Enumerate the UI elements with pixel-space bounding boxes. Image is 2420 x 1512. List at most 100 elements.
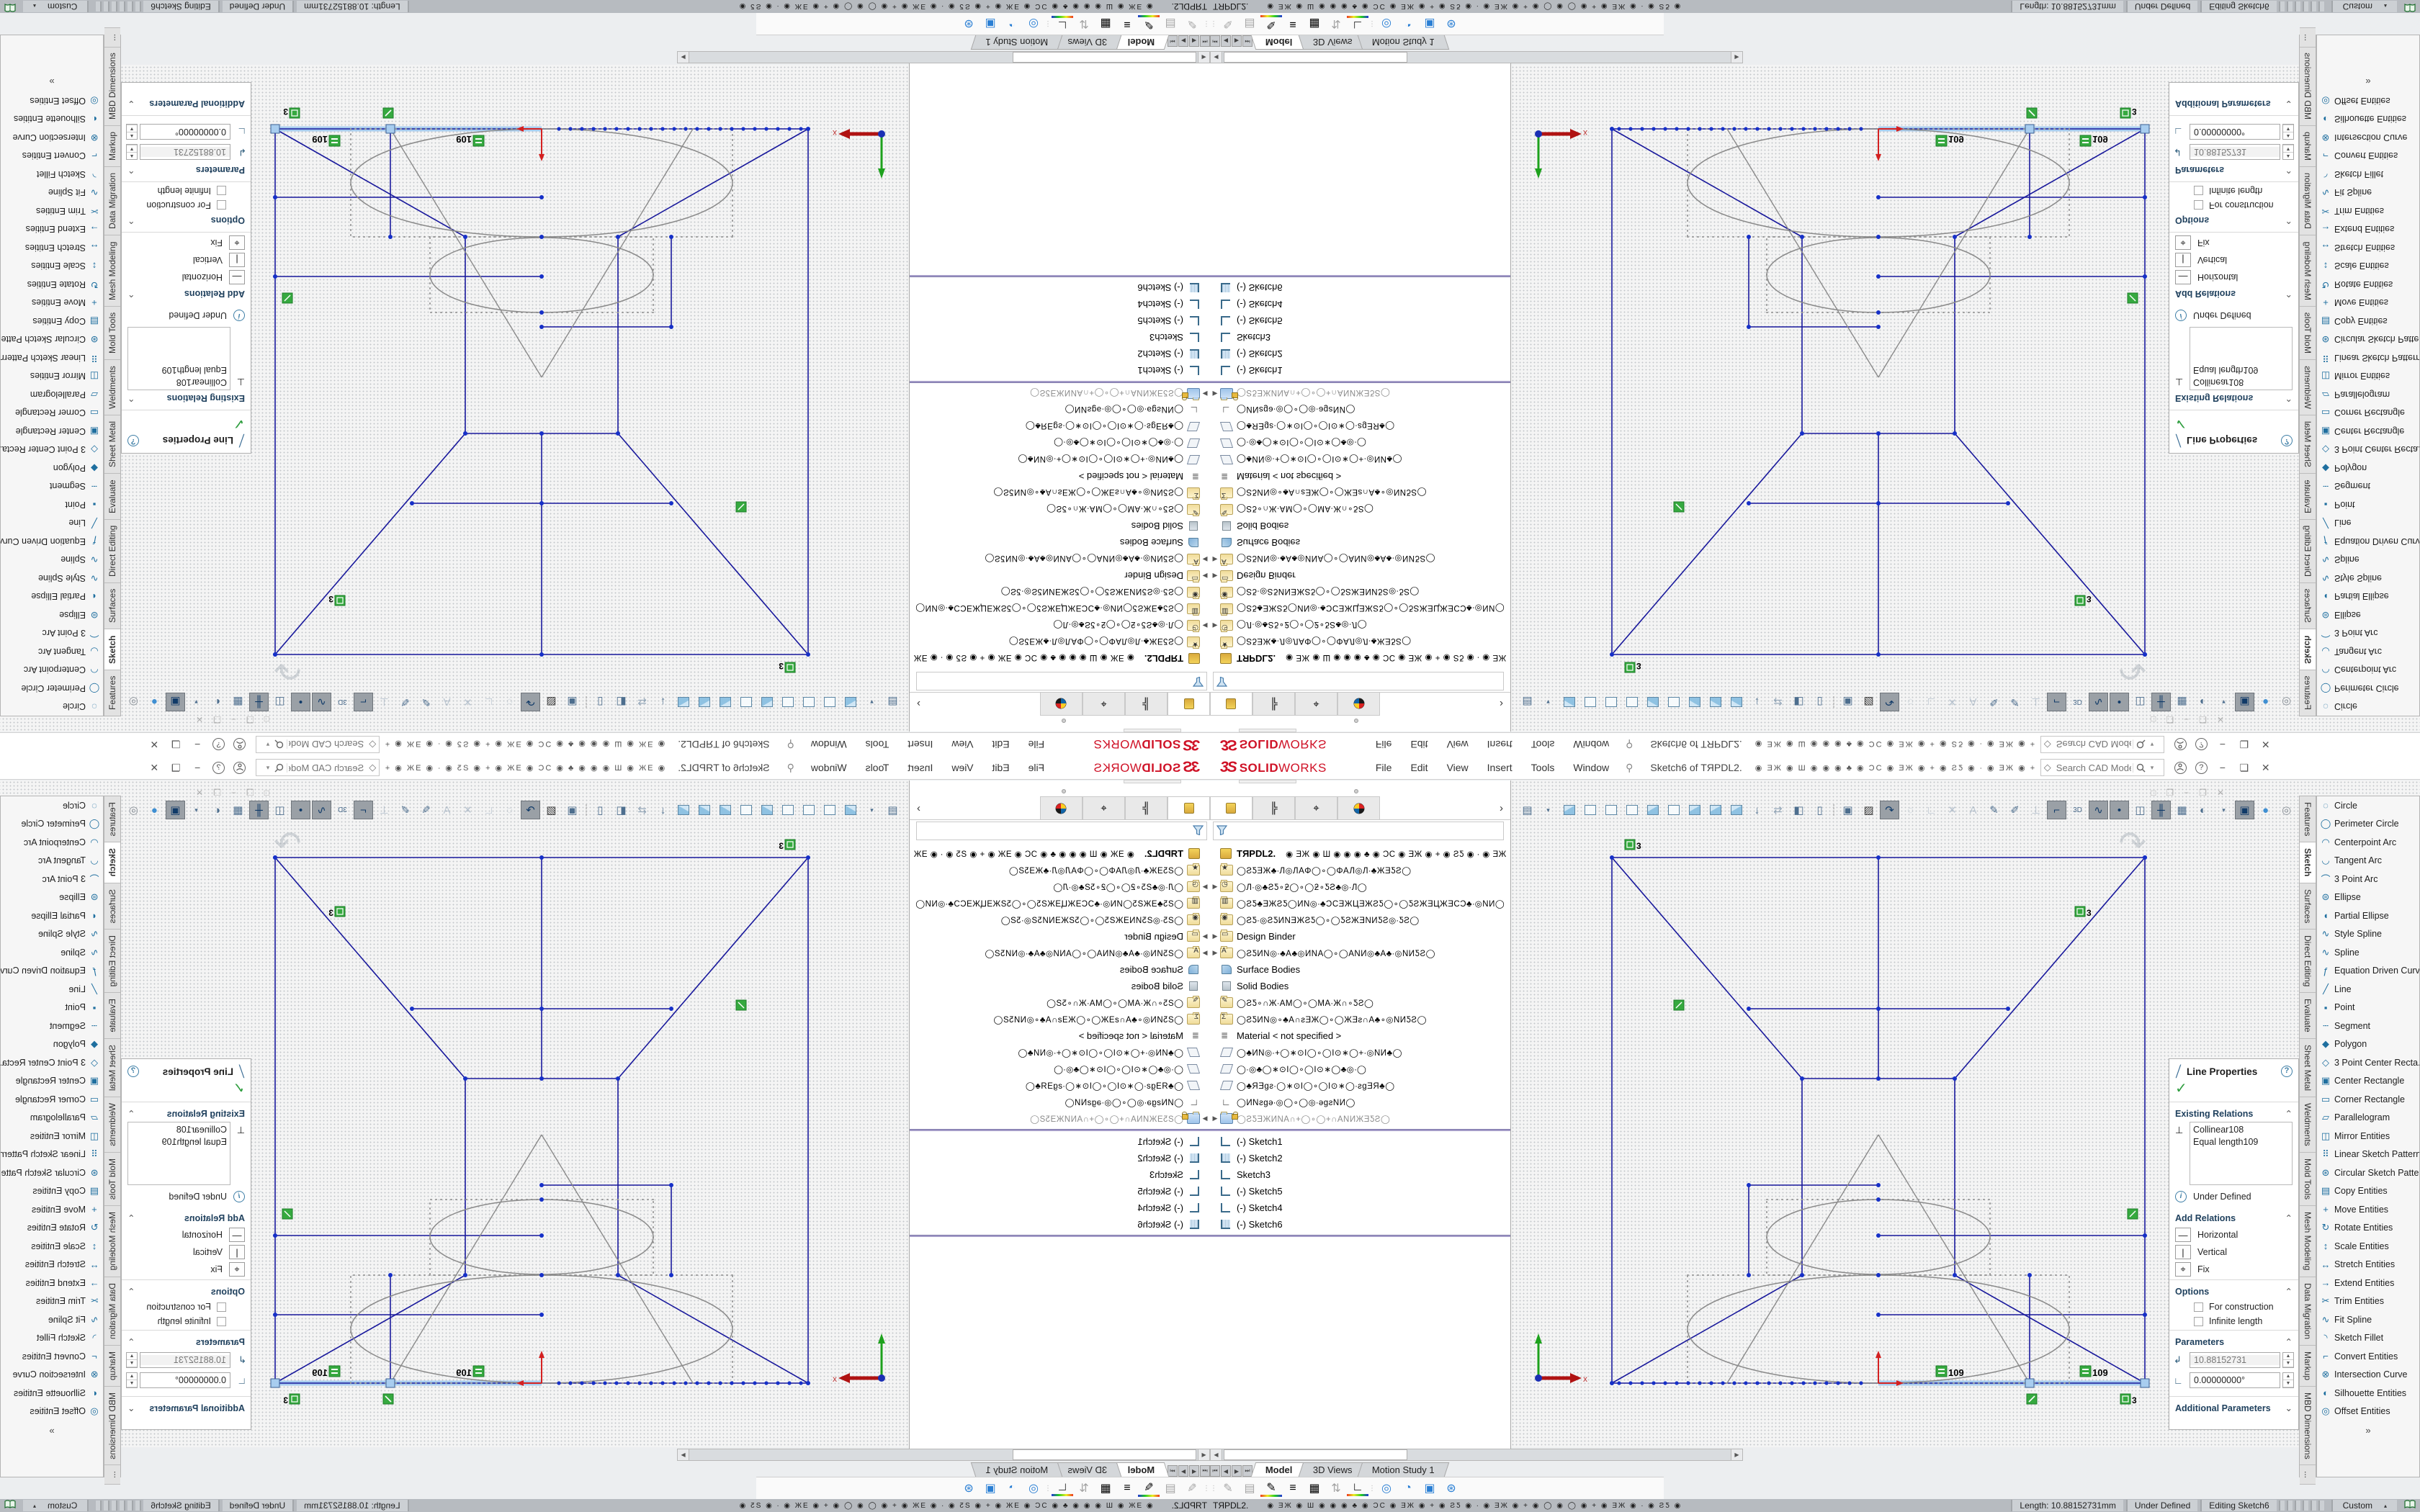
sketch-tool-mirror-entities[interactable]: ◫Mirror Entities <box>1 367 103 386</box>
tab-feature-tree[interactable] <box>1210 796 1252 819</box>
bottom-toolbar-icon-11[interactable]: ⊛ <box>1440 1481 1462 1495</box>
bottom-toolbar-icon-2[interactable]: ✎ <box>1260 16 1282 32</box>
bottom-toolbar-icon-8[interactable]: ◎ <box>1376 1481 1397 1495</box>
bottom-toolbar-icon-10[interactable]: ▣ <box>980 17 1001 31</box>
tab-nav-button-0[interactable]: ⏮ <box>1210 1465 1220 1477</box>
tree-item-garbled-3[interactable]: ◉◯ƧƼ∙◎ƧƼИNƎЖƧƼ◯∘◯ƼƧЖƎNИƼƧ◎∙ƼƧ◯ <box>1210 584 1510 600</box>
bottom-toolbar-icon-5[interactable]: ⇅ <box>1073 1481 1095 1495</box>
tree-item--sketch6[interactable]: (-) Sketch6 <box>1210 279 1510 296</box>
add-relation-vertical[interactable]: |Vertical <box>122 251 251 269</box>
toolbar-icon-30[interactable]: ◫ <box>270 801 290 819</box>
sketch-tool-extend-entities[interactable]: →Extend Entities <box>2317 1274 2419 1292</box>
ok-button[interactable]: ✓ <box>122 412 251 433</box>
add-relation-fix[interactable]: ⌖Fix <box>2169 1261 2298 1278</box>
option-for-construction[interactable]: For construction <box>122 1300 251 1314</box>
additional-parameters-header[interactable]: Additional Parameters⌄ <box>2169 1398 2298 1416</box>
toolbar-icon-16[interactable]: ▣ <box>1838 801 1857 819</box>
checkbox[interactable] <box>217 1317 226 1326</box>
toolbar-icon-11[interactable]: ↓ <box>653 693 673 711</box>
command-tab--[interactable]: ... <box>2300 1465 2316 1485</box>
toolbar-icon-0[interactable]: ▤ <box>883 801 902 819</box>
rollback-bar[interactable] <box>1210 275 1510 277</box>
toolbar-icon-23[interactable]: ✎ <box>1984 801 2004 819</box>
menu-window[interactable]: Window <box>1564 759 1618 776</box>
sketch-tool-circular-sketch-pattern[interactable]: ⊛Circular Sketch Pattern <box>2317 1164 2419 1182</box>
toolbar-icon-32[interactable]: ▦ <box>2172 693 2192 711</box>
toolbar-icon-20[interactable]: ∟ <box>1922 693 1941 711</box>
pin-icon[interactable]: ⚲ <box>787 739 794 751</box>
toolbar-icon-3[interactable] <box>1580 693 1600 711</box>
sketch-tool-trim-entities[interactable]: ✂Trim Entities <box>1 1292 103 1311</box>
scroll-left-arrow[interactable]: ◀ <box>1198 1449 1209 1460</box>
sketch-tool-stretch-entities[interactable]: ↔Stretch Entities <box>1 238 103 257</box>
search-input[interactable] <box>287 739 365 751</box>
help-book-icon[interactable] <box>4 1500 16 1511</box>
command-tab-data-migration[interactable]: Data Migration <box>104 166 120 235</box>
toolbar-icon-20[interactable]: ∟ <box>479 801 498 819</box>
tree-filter-box[interactable] <box>916 672 1207 690</box>
toolbar-icon-8[interactable] <box>1685 801 1704 819</box>
toolbar-icon-17[interactable]: ▨ <box>1859 693 1878 711</box>
command-tab-mesh-modeling[interactable]: Mesh Modeling <box>104 1206 120 1277</box>
tree-item-garbled-0[interactable]: ★◯ƧƼƎЖ♣∙Л◎ЛАΦ◯∘◯ΦАЛ◎Л∙♣ЖƎƼƧ◯ <box>1210 634 1510 650</box>
sketch-tool-fit-spline[interactable]: ∿Fit Spline <box>2317 184 2419 202</box>
sketch-tool-centerpoint-arc[interactable]: ◠Centerpoint Arc <box>1 833 103 852</box>
tree-item-garbled-13[interactable]: ◯♣ЯƎgƨ∙◯∗⊙Ι◯∘◯Ι⊙∗◯∙ƨgƎЯ♣◯ <box>1210 1077 1510 1094</box>
sketch-tool-rotate-entities[interactable]: ↻Rotate Entities <box>1 1219 103 1238</box>
option-infinite-length[interactable]: Infinite length <box>2169 184 2298 198</box>
toolbar-icon-14[interactable]: ▯ <box>591 693 610 711</box>
toolbar-icon-14[interactable]: ▯ <box>1810 801 1829 819</box>
rollback-bar[interactable] <box>910 275 1210 277</box>
menu-view[interactable]: View <box>942 759 982 776</box>
relations-listbox[interactable]: Collinear108Equal length109 <box>2190 327 2293 390</box>
options-header[interactable]: Options⌃ <box>122 212 251 230</box>
tree-item-garbled-5[interactable]: ▶A◯ƧƼИN◎∙♣A♣◎ИNА◯∘◯АNИ◎♣A♣∙◎NИƼƧ◯ <box>910 945 1210 961</box>
tree-item--sketch6[interactable]: (-) Sketch6 <box>910 1216 1210 1233</box>
sketch-tool-tangent-arc[interactable]: ◡Tangent Arc <box>2317 852 2419 870</box>
tree-item-sketch3[interactable]: Sketch3 <box>910 1166 1210 1183</box>
sketch-tool-ellipse[interactable]: ⊜Ellipse <box>1 606 103 624</box>
toolbar-icon-16[interactable]: ▣ <box>1838 693 1857 711</box>
sketch-tool-silhouette-entities[interactable]: ◐Silhouette Entities <box>2317 110 2419 129</box>
toolbar-icon-33[interactable]: ◐ <box>207 693 227 711</box>
tree-item-garbled-5[interactable]: ▶A◯ƧƼИN◎∙♣A♣◎ИNА◯∘◯АNИ◎♣A♣∙◎NИƼƧ◯ <box>910 551 1210 567</box>
add-relation-horizontal[interactable]: —Horizontal <box>122 1226 251 1243</box>
toolbar-icon-21[interactable]: ✕ <box>458 693 478 711</box>
options-header[interactable]: Options⌃ <box>2169 212 2298 230</box>
tree-item-garbled-11[interactable]: ◯♣ИN◎∙+◯∗⊙Ι◯∘◯Ι⊙∗◯+∙◎NИ♣◯ <box>910 451 1210 468</box>
panel-help-icon[interactable]: ? <box>127 435 139 446</box>
tab-configuration-manager[interactable]: ⌖ <box>1295 796 1337 819</box>
rollback-bar[interactable] <box>1210 1235 1510 1237</box>
command-tab-weldments[interactable]: Weldments <box>2300 1097 2316 1153</box>
tree-item-design-binder[interactable]: ▶▭Design Binder <box>910 928 1210 945</box>
restore-button[interactable]: ❏ <box>165 760 187 776</box>
tab-appearances[interactable] <box>1337 796 1380 819</box>
scroll-right-arrow[interactable]: ▶ <box>678 52 689 63</box>
tree-item-garbled-9[interactable]: Σ◯ƧƼИN◎∘♣А∩ƨƎЖ◯∘◯ЖƎƨ∩А♣∘◎NИƼƧ◯ <box>1210 485 1510 501</box>
sketch-tool-trim-entities[interactable]: ✂Trim Entities <box>2317 202 2419 220</box>
tree-item-garbled-13[interactable]: ◯♣ЯƎgƨ∙◯∗⊙Ι◯∘◯Ι⊙∗◯∙ƨgƎЯ♣◯ <box>910 418 1210 435</box>
toolbar-icon-6[interactable] <box>758 801 777 819</box>
doc-tab-3d-views[interactable]: 3D Views <box>1298 1462 1366 1477</box>
doc-tab-3d-views[interactable]: 3D Views <box>1054 35 1122 50</box>
toolbar-icon-26[interactable]: ⌐ <box>2047 693 2066 711</box>
command-tab-features[interactable]: Features <box>2300 670 2316 716</box>
sketch-tool-mirror-entities[interactable]: ◫Mirror Entities <box>2317 1127 2419 1146</box>
help-icon[interactable]: ? <box>212 762 225 774</box>
toolbar-icon-4[interactable] <box>1601 693 1621 711</box>
sketch-tool-fit-spline[interactable]: ∿Fit Spline <box>1 184 103 202</box>
length-parameter-field[interactable] <box>140 1355 230 1365</box>
tree-item-garbled-9[interactable]: Σ◯ƧƼИN◎∘♣А∩ƨƎЖ◯∘◯ЖƎƨ∩А♣∘◎NИƼƧ◯ <box>910 1011 1210 1027</box>
relations-listbox[interactable]: Collinear108Equal length109 <box>127 1122 230 1185</box>
menu-file[interactable]: File <box>1366 759 1402 776</box>
bottom-toolbar-icon-0[interactable]: ✎ <box>1217 1481 1239 1495</box>
menu-view[interactable]: View <box>1438 759 1478 776</box>
custom-toolbar-button[interactable]: Custom▴ <box>23 1 89 12</box>
bottom-toolbar-icon-1[interactable]: ▤ <box>1239 17 1260 31</box>
bottom-toolbar-icon-2[interactable]: ✎ <box>1138 16 1160 32</box>
tree-item-garbled-2[interactable]: ▥◯ƧƼ♣ƎЖƧƼ◯ИN◎∙♣ƆCƎЖЦƎЖƧƼ◯∘◯ƼƧЖƎЦЖƎCƆ♣∙◎N… <box>910 600 1210 617</box>
command-tab-mbd-dimensions[interactable]: MBD Dimensions <box>104 1387 120 1466</box>
sketch-tool-silhouette-entities[interactable]: ◐Silhouette Entities <box>2317 1384 2419 1403</box>
tree-item-sketch3[interactable]: Sketch3 <box>1210 1166 1510 1183</box>
command-tab-mbd-dimensions[interactable]: MBD Dimensions <box>2300 1387 2316 1466</box>
